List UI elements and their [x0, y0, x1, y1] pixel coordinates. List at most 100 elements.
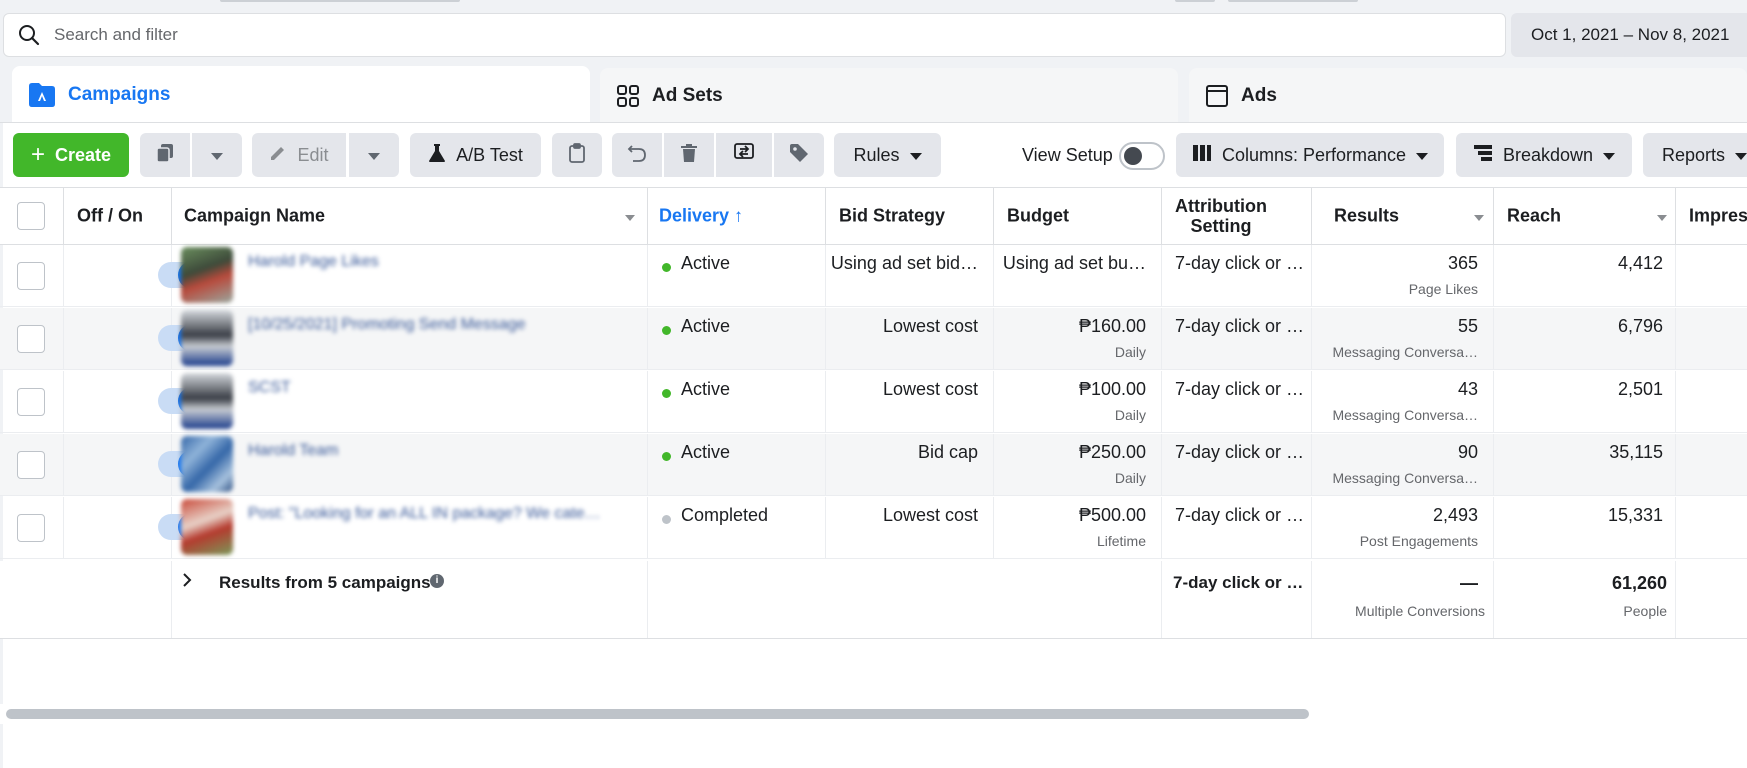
table-row[interactable]: Post: "Looking for an ALL IN package? We… [0, 497, 1747, 559]
row-checkbox[interactable] [17, 325, 45, 353]
row-checkbox[interactable] [17, 388, 45, 416]
results-type: Messaging Conversa… [1332, 344, 1478, 360]
tab-label: Campaigns [68, 84, 171, 105]
header-delivery[interactable]: Delivery ↑ [648, 188, 826, 244]
table-row[interactable]: Harold Page Likes Active Using ad set bid…… [0, 245, 1747, 307]
tag-button[interactable] [774, 133, 824, 177]
row-toggle-cell [64, 308, 206, 369]
duplicate-button[interactable] [140, 133, 190, 177]
header-bid-strategy[interactable]: Bid Strategy [826, 188, 994, 244]
row-checkbox[interactable] [17, 262, 45, 290]
ghost-tab [1228, 0, 1358, 2]
footer-reach-value: 61,260 [1611, 573, 1667, 593]
row-toggle-cell [64, 245, 206, 306]
footer-label-cell[interactable]: Results from 5 campaigns i [172, 561, 648, 638]
breakdown-label: Breakdown [1502, 144, 1594, 165]
rules-button[interactable]: Rules [834, 133, 941, 177]
duplicate-dropdown-button[interactable] [192, 133, 242, 177]
view-setup-label: View Setup [1022, 145, 1113, 165]
reports-label: Reports [1662, 144, 1726, 165]
header-label: Off / On [77, 205, 143, 226]
attribution-setting: 7-day click or … [1175, 379, 1305, 399]
row-toggle-cell [64, 497, 206, 558]
header-reach[interactable]: Reach [1494, 188, 1676, 244]
create-label: Create [54, 144, 112, 165]
row-impressions-cell [1676, 245, 1747, 306]
campaign-name-link[interactable]: Harold Team [248, 442, 338, 460]
breakdown-icon [1473, 144, 1493, 167]
header-label: Reach [1507, 205, 1562, 226]
status-dot [662, 263, 671, 272]
row-checkbox[interactable] [17, 451, 45, 479]
table-row[interactable]: [10/25/2021] Promoting Send Message Activ… [0, 308, 1747, 370]
campaign-thumbnail [181, 310, 233, 366]
table-summary-row: Results from 5 campaigns i 7-day click o… [0, 561, 1747, 639]
undo-button[interactable] [612, 133, 662, 177]
caret-down-icon [1735, 145, 1747, 166]
tab-campaigns[interactable]: Campaigns [12, 66, 590, 124]
row-results-cell: 55 Messaging Conversa… [1312, 308, 1494, 369]
campaign-thumbnail [181, 499, 233, 555]
row-checkbox[interactable] [17, 514, 45, 542]
row-impressions-cell [1676, 371, 1747, 432]
horizontal-scrollbar[interactable] [6, 709, 1309, 719]
create-button[interactable]: + Create [13, 133, 129, 177]
edit-label: Edit [297, 144, 329, 165]
delivery-status: Active [681, 442, 731, 462]
date-range-button[interactable]: Oct 1, 2021 – Nov 8, 2021 [1511, 13, 1747, 57]
chevron-right-icon[interactable] [182, 572, 192, 593]
tab-ads[interactable]: Ads [1189, 68, 1747, 124]
campaign-name-link[interactable]: Harold Page Likes [248, 253, 379, 271]
row-reach-cell: 4,412 [1494, 245, 1676, 306]
compare-button[interactable] [716, 133, 772, 177]
row-name-cell [172, 245, 648, 306]
edit-dropdown-button[interactable] [349, 133, 399, 177]
campaign-name-link[interactable]: Post: "Looking for an ALL IN package? We… [248, 505, 601, 523]
footer-reach-sub: People [1623, 603, 1667, 619]
search-input[interactable] [54, 25, 1505, 45]
footer-results-cell: — Multiple Conversions [1312, 561, 1494, 638]
header-impressions[interactable]: Impress [1676, 188, 1747, 244]
column-menu-icon[interactable] [625, 215, 635, 221]
campaign-name-link[interactable]: SCST [248, 379, 291, 397]
campaign-name-link[interactable]: [10/25/2021] Promoting Send Message [248, 316, 526, 334]
row-delivery-cell [648, 245, 826, 306]
column-menu-icon[interactable] [1657, 215, 1667, 221]
breakdown-button[interactable]: Breakdown [1456, 133, 1632, 177]
results-type: Messaging Conversa… [1332, 407, 1478, 423]
row-delivery-cell [648, 308, 826, 369]
caret-down-icon [368, 145, 380, 166]
header-campaign-name[interactable]: Campaign Name [172, 188, 648, 244]
row-toggle-cell [64, 434, 206, 495]
tab-label: Ad Sets [652, 85, 723, 106]
row-attribution-cell: 7-day click or … [1162, 497, 1312, 558]
reach-value: 2,501 [1617, 379, 1663, 399]
row-select-cell [0, 497, 64, 558]
reports-button[interactable]: Reports [1643, 133, 1747, 177]
clipboard-icon [568, 142, 586, 168]
tab-ad-sets[interactable]: Ad Sets [600, 68, 1178, 124]
header-off-on[interactable]: Off / On [64, 188, 172, 244]
delivery-status: Active [681, 379, 731, 399]
header-budget[interactable]: Budget [994, 188, 1162, 244]
delete-button[interactable] [664, 133, 714, 177]
header-results[interactable]: Results [1312, 188, 1494, 244]
columns-button[interactable]: Columns: Performance [1176, 133, 1444, 177]
header-label-text: Delivery [659, 205, 730, 226]
edit-button[interactable]: Edit [252, 133, 346, 177]
view-setup-toggle[interactable] [1119, 142, 1165, 170]
header-select-cell [0, 188, 64, 244]
info-icon[interactable]: i [430, 574, 444, 588]
column-menu-icon[interactable] [1474, 215, 1484, 221]
footer-impressions-cell [1676, 561, 1747, 638]
results-value: 43 [1457, 379, 1478, 399]
table-row[interactable]: SCST Active Lowest cost ₱100.00 Daily 7-day c… [0, 371, 1747, 433]
bid-strategy: Lowest cost [882, 316, 978, 336]
table-row[interactable]: Harold Team Active Bid cap ₱250.00 Daily 7-da… [0, 434, 1747, 496]
select-all-checkbox[interactable] [17, 202, 45, 230]
ab-test-button[interactable]: A/B Test [410, 133, 541, 177]
header-label-line: Attribution [1175, 196, 1267, 216]
clipboard-button[interactable] [552, 133, 602, 177]
header-attribution[interactable]: Attribution Setting [1162, 188, 1312, 244]
row-name-cell [172, 371, 648, 432]
